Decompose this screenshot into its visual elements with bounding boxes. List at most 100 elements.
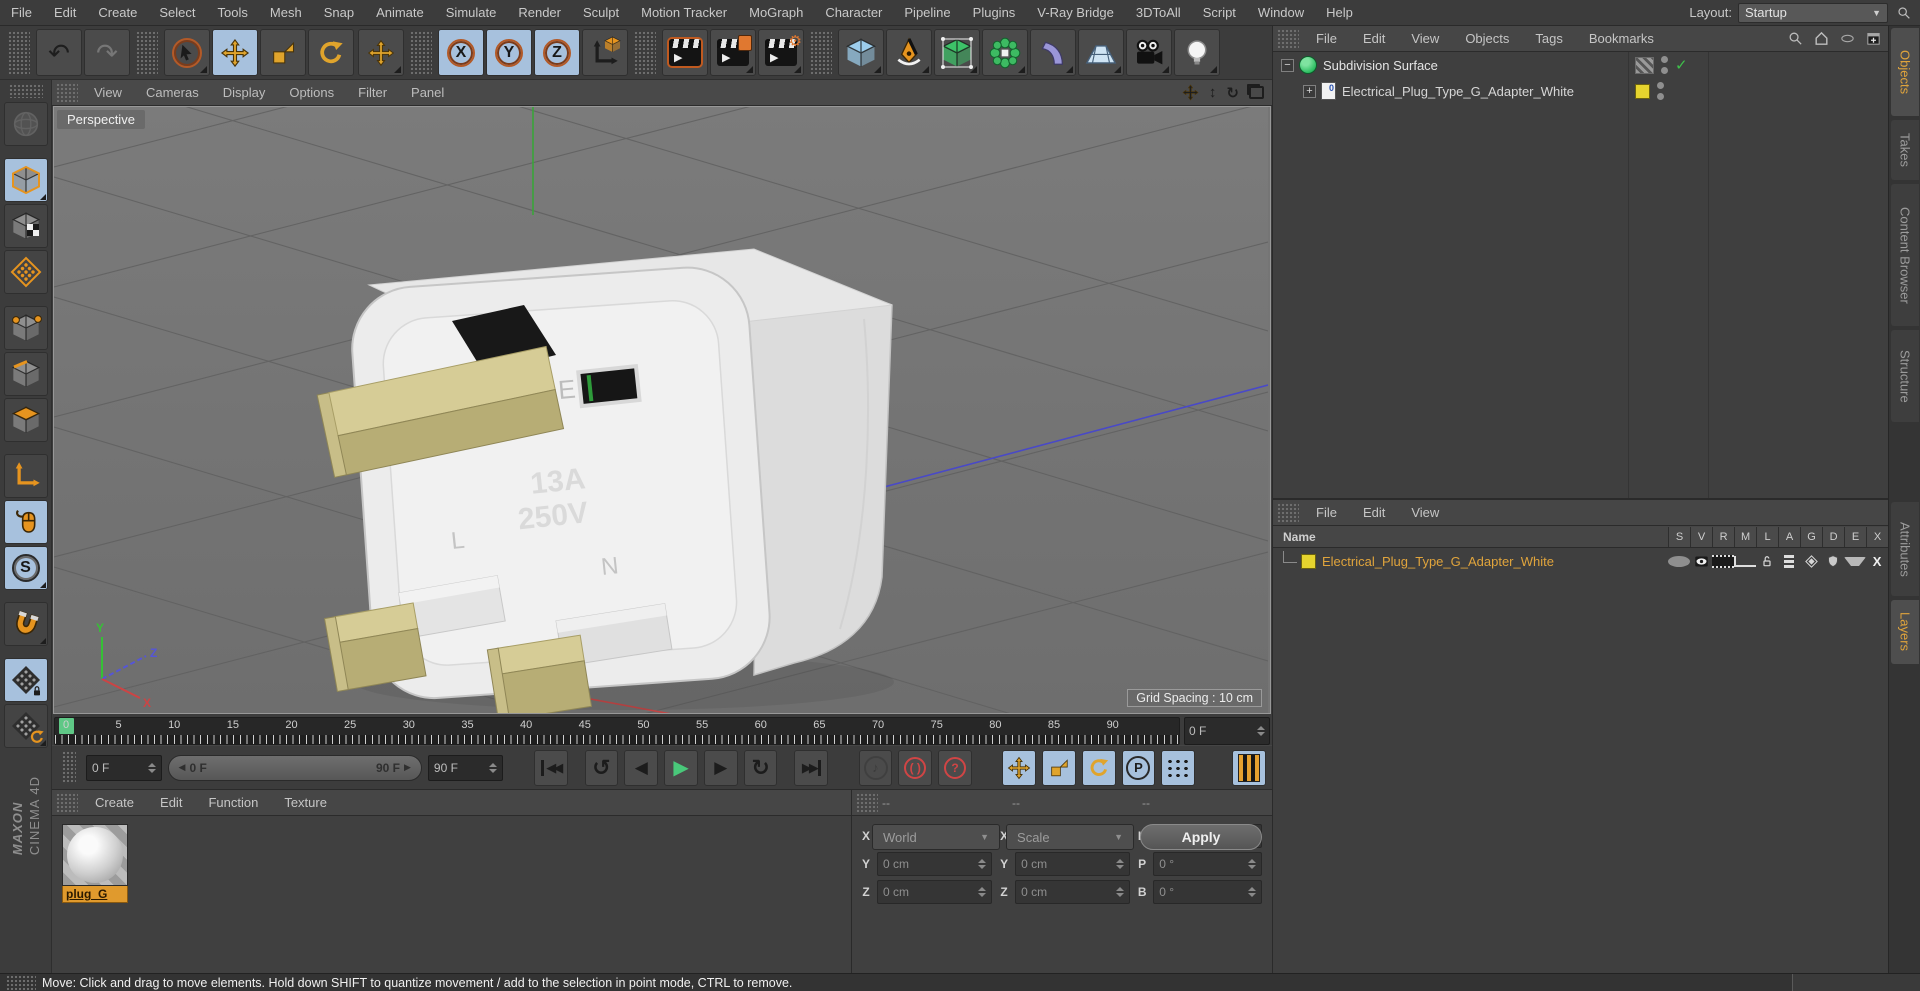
plug-model[interactable]: TYPE G	[316, 248, 893, 714]
tab-attributes[interactable]: Attributes	[1891, 502, 1920, 596]
camera-label-chip[interactable]: Perspective	[57, 110, 145, 129]
enabled-check-icon[interactable]: ✓	[1675, 56, 1688, 74]
object-manager-menu-item[interactable]: Edit	[1350, 31, 1398, 46]
layer-manager-menu-item[interactable]: View	[1398, 505, 1452, 520]
editor-render-dots-icon[interactable]	[1657, 82, 1664, 100]
toolbar-grip[interactable]	[8, 84, 43, 98]
toolbar-grip[interactable]	[634, 31, 656, 74]
deformers-toggle-icon[interactable]	[1822, 553, 1844, 569]
axis-x-lock-button[interactable]: X	[438, 29, 484, 76]
next-key-button[interactable]: ↻	[743, 749, 778, 786]
menu-item[interactable]: Render	[507, 5, 572, 20]
prev-key-button[interactable]: ↺	[584, 749, 619, 786]
object-row-plug[interactable]: + Electrical_Plug_Type_G_Adapter_White	[1273, 78, 1888, 104]
menu-item[interactable]: Mesh	[259, 5, 313, 20]
transport-grip[interactable]	[62, 751, 76, 784]
current-frame-field[interactable]: 0 F	[1184, 717, 1270, 745]
menu-item[interactable]: File	[0, 5, 43, 20]
menu-item[interactable]: Help	[1315, 5, 1364, 20]
autokey-button[interactable]: ?	[938, 749, 972, 786]
coordinate-system-button[interactable]	[582, 29, 628, 76]
menu-item[interactable]: MoGraph	[738, 5, 814, 20]
menu-item[interactable]: V-Ray Bridge	[1026, 5, 1125, 20]
range-end-field[interactable]: 90 F	[427, 754, 504, 781]
add-object-icon[interactable]	[1865, 30, 1882, 47]
goto-end-button[interactable]: ▶▶	[794, 749, 829, 786]
search-icon[interactable]	[1787, 30, 1804, 47]
toolbar-grip[interactable]	[410, 31, 432, 74]
material-menu-item[interactable]: Texture	[271, 795, 340, 810]
stepper-icon[interactable]	[1248, 859, 1256, 869]
solo-toggle-icon[interactable]	[1668, 553, 1691, 569]
quantize-lock-button[interactable]	[3, 658, 48, 702]
material-menu-item[interactable]: Function	[195, 795, 271, 810]
menu-item[interactable]: Edit	[43, 5, 87, 20]
stepper-icon[interactable]	[1116, 887, 1125, 897]
edges-mode-button[interactable]	[3, 352, 48, 396]
points-mode-button[interactable]	[3, 306, 48, 350]
workplane-mode-button[interactable]	[3, 250, 48, 294]
viewport-menu-item[interactable]: Filter	[346, 85, 399, 100]
axis-z-lock-button[interactable]: Z	[534, 29, 580, 76]
tab-takes[interactable]: Takes	[1891, 120, 1920, 180]
menu-item[interactable]: Window	[1247, 5, 1315, 20]
generators-toggle-icon[interactable]	[1800, 553, 1822, 569]
layer-label[interactable]: Electrical_Plug_Type_G_Adapter_White	[1322, 554, 1554, 569]
viewport-grip[interactable]	[56, 83, 78, 102]
deformer-button[interactable]	[1030, 29, 1076, 76]
home-icon[interactable]	[1813, 30, 1830, 47]
expand-icon[interactable]: +	[1303, 84, 1316, 98]
lock-toggle-icon[interactable]	[1756, 553, 1778, 569]
layer-column-header[interactable]: V	[1690, 526, 1713, 547]
menu-item[interactable]: Motion Tracker	[630, 5, 738, 20]
object-manager-menu-item[interactable]: Objects	[1452, 31, 1522, 46]
tweak-mode-button[interactable]	[3, 500, 48, 544]
stepper-icon[interactable]	[978, 859, 987, 869]
keyframe-selection-button[interactable]	[1232, 749, 1266, 786]
light-button[interactable]	[1174, 29, 1220, 76]
snap-button[interactable]	[3, 602, 48, 646]
stepper-icon[interactable]	[1248, 887, 1256, 897]
object-manager-grip[interactable]	[1277, 29, 1299, 48]
viewport-zoom-icon[interactable]: ↕	[1209, 84, 1217, 101]
material-item[interactable]: plug_G	[62, 824, 128, 903]
menu-item[interactable]: Character	[814, 5, 893, 20]
stepper-icon[interactable]	[1116, 859, 1125, 869]
layer-column-header[interactable]: R	[1712, 526, 1735, 547]
material-menu-item[interactable]: Create	[82, 795, 147, 810]
layer-manager-menu-item[interactable]: Edit	[1350, 505, 1398, 520]
rotate-tool-button[interactable]	[308, 29, 354, 76]
viewport-menu-item[interactable]: View	[82, 85, 134, 100]
live-selection-button[interactable]	[164, 29, 210, 76]
layer-column-header[interactable]: E	[1844, 526, 1867, 547]
layout-dropdown[interactable]: Startup ▼	[1738, 2, 1888, 23]
menu-item[interactable]: Create	[87, 5, 148, 20]
menu-item[interactable]: Pipeline	[893, 5, 961, 20]
viewport-menu-item[interactable]: Options	[277, 85, 346, 100]
model-mode-button[interactable]	[3, 158, 48, 202]
visible-toggle-icon[interactable]	[1690, 553, 1712, 569]
menu-item[interactable]: Plugins	[962, 5, 1027, 20]
toolbar-grip[interactable]	[810, 31, 832, 74]
stepper-icon[interactable]	[489, 762, 498, 773]
menu-item[interactable]: 3DToAll	[1125, 5, 1192, 20]
cube-primitive-button[interactable]	[838, 29, 884, 76]
toolbar-grip[interactable]	[8, 31, 30, 74]
path-icon[interactable]	[1839, 30, 1856, 47]
name-column-header[interactable]: Name	[1283, 530, 1316, 544]
stepper-icon[interactable]	[147, 762, 156, 773]
key-parameter-button[interactable]: P	[1121, 749, 1156, 786]
material-preview[interactable]	[62, 824, 128, 886]
xref-toggle-icon[interactable]: X	[1866, 553, 1888, 569]
axis-mode-button[interactable]	[3, 454, 48, 498]
tab-objects[interactable]: Objects	[1891, 28, 1920, 116]
last-used-tool-button[interactable]	[358, 29, 404, 76]
material-grip[interactable]	[56, 793, 78, 812]
range-start-field[interactable]: 0 F	[86, 754, 162, 781]
search-icon[interactable]	[1896, 5, 1912, 21]
texture-mode-button[interactable]	[3, 204, 48, 248]
coordinate-mode-dropdown[interactable]: Scale ▼	[1006, 824, 1135, 850]
viewport-toggle-panes-icon[interactable]	[1249, 86, 1264, 99]
viewport-menu-item[interactable]: Cameras	[134, 85, 211, 100]
coordinates-grip[interactable]	[856, 793, 878, 812]
